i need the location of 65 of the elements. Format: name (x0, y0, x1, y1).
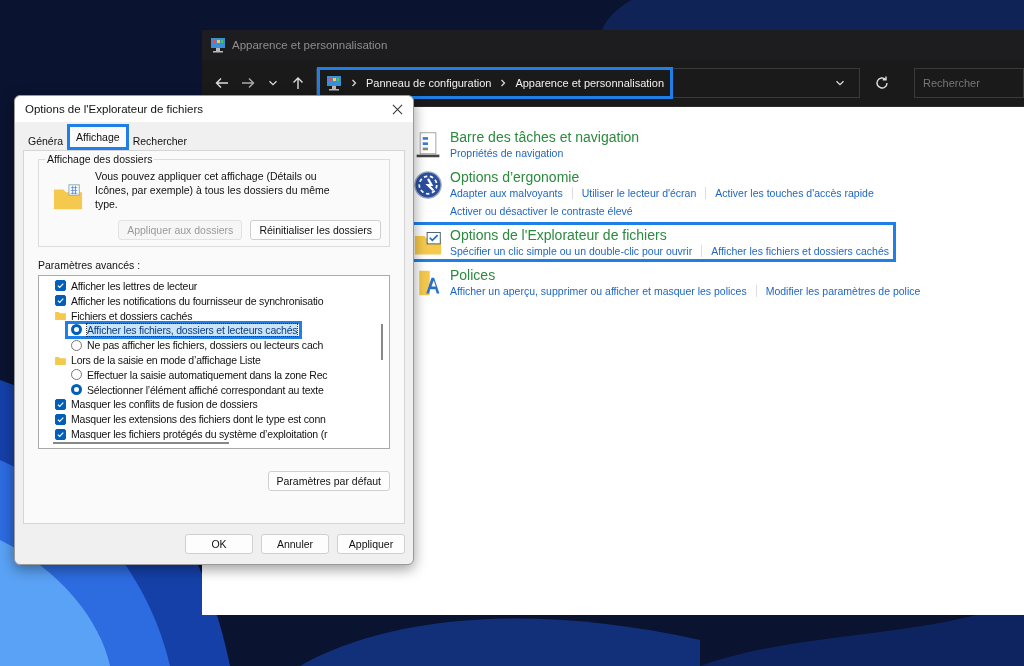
description-text: Vous pouvez appliquer cet affichage (Détails ou Icônes, par exemple) à tous les dossiers du même type. (95, 169, 331, 212)
breadcrumb-link[interactable]: Apparence et personnalisation (515, 77, 664, 89)
scrollbar-thumb[interactable] (53, 441, 229, 444)
folder-checkbox-icon (414, 229, 442, 257)
section-label: Paramètres avancés : (38, 258, 142, 271)
dialog-button[interactable]: OK (185, 534, 253, 554)
task-link[interactable]: Spécifier un clic simple ou un double-clic pour ouvrir (450, 245, 693, 257)
category-title-link[interactable]: Options de l'Explorateur de fichiers (450, 227, 667, 243)
accessibility-icon (414, 171, 442, 199)
breadcrumb-link[interactable]: Panneau de configuration (366, 77, 492, 89)
option-label: Masquer les fichiers protégés du système d’exploitation (r (71, 428, 328, 441)
radio-button[interactable] (71, 339, 82, 351)
task-link[interactable]: Propriétés de navigation (450, 147, 564, 159)
folder-icon (55, 355, 66, 365)
chevron-right-icon (350, 79, 358, 87)
chevron-right-icon (499, 79, 508, 87)
option-label: Masquer les conflits de fusion de dossiers (71, 398, 258, 411)
checkbox[interactable] (55, 428, 66, 440)
group-label: Fichiers et dossiers cachés (71, 309, 193, 322)
folder-icon (53, 183, 83, 211)
dialog-title: Options de l'Explorateur de fichiers (25, 103, 203, 115)
taskbar-icon (414, 131, 442, 159)
scrollbar-thumb[interactable] (381, 323, 383, 360)
task-link[interactable]: Afficher les fichiers et dossiers cachés (711, 245, 889, 257)
radio-button[interactable] (71, 324, 82, 336)
dialog-button[interactable]: Appliquer (337, 534, 405, 554)
checkbox[interactable] (55, 413, 66, 425)
category-title-link[interactable]: Barre des tâches et navigation (450, 129, 640, 145)
option-label: Ne pas afficher les fichiers, dossiers ou lecteurs cach (87, 339, 324, 352)
radio-button[interactable] (71, 369, 82, 381)
task-link[interactable]: Activer ou désactiver le contraste élevé (450, 205, 633, 217)
radio-button[interactable] (71, 384, 82, 396)
task-link[interactable]: Afficher un aperçu, supprimer ou afficher et masquer les polices (450, 285, 747, 297)
window-title: Apparence et personnalisation (232, 39, 388, 51)
option-label: Masquer les extensions des fichiers dont le type est conn (71, 413, 326, 426)
tab[interactable]: Généra (25, 132, 67, 150)
task-link[interactable]: Adapter aux malvoyants (450, 187, 563, 199)
category-title-link[interactable]: Options d’ergonomie (450, 169, 580, 185)
task-link[interactable]: Modifier les paramètres de police (765, 285, 921, 297)
task-link[interactable]: Activer les touches d'accès rapide (715, 187, 874, 199)
option-label: Afficher les fichiers, dossiers et lecteurs cachés (87, 323, 298, 336)
option-label: Sélectionner l’élément affiché correspondant au texte (87, 383, 324, 396)
group-title: Affichage des dossiers (45, 153, 155, 165)
refresh-icon[interactable] (874, 75, 890, 91)
control-panel-icon (210, 37, 226, 53)
checkbox[interactable] (55, 295, 66, 307)
checkbox[interactable] (55, 280, 66, 292)
option-label: Afficher les lettres de lecteur (71, 279, 198, 292)
category-title-link[interactable]: Polices (450, 267, 496, 283)
folder-view-button[interactable]: Réinitialiser les dossiers (250, 219, 381, 240)
option-label: Effectuer la saisie automatiquement dans la zone Rec (87, 368, 328, 381)
forward-arrow-icon[interactable] (240, 75, 256, 91)
back-arrow-icon[interactable] (214, 75, 230, 91)
folder-icon (55, 311, 66, 320)
tab[interactable]: Affichage (67, 124, 129, 150)
checkbox[interactable] (55, 399, 66, 410)
task-link[interactable]: Utiliser le lecteur d'écran (581, 187, 697, 199)
close-icon[interactable] (392, 103, 403, 115)
search-field[interactable]: Rechercher (914, 68, 1024, 98)
tab[interactable]: Rechercher (129, 132, 190, 150)
dialog-button[interactable]: Annuler (261, 534, 329, 554)
option-label: Afficher les notifications du fournisseur de synchronisatio (71, 294, 324, 307)
default-settings-button[interactable]: Paramètres par défaut (267, 470, 390, 491)
control-panel-icon (326, 75, 342, 91)
group-label: Lors de la saisie en mode d’affichage Liste (71, 354, 261, 367)
